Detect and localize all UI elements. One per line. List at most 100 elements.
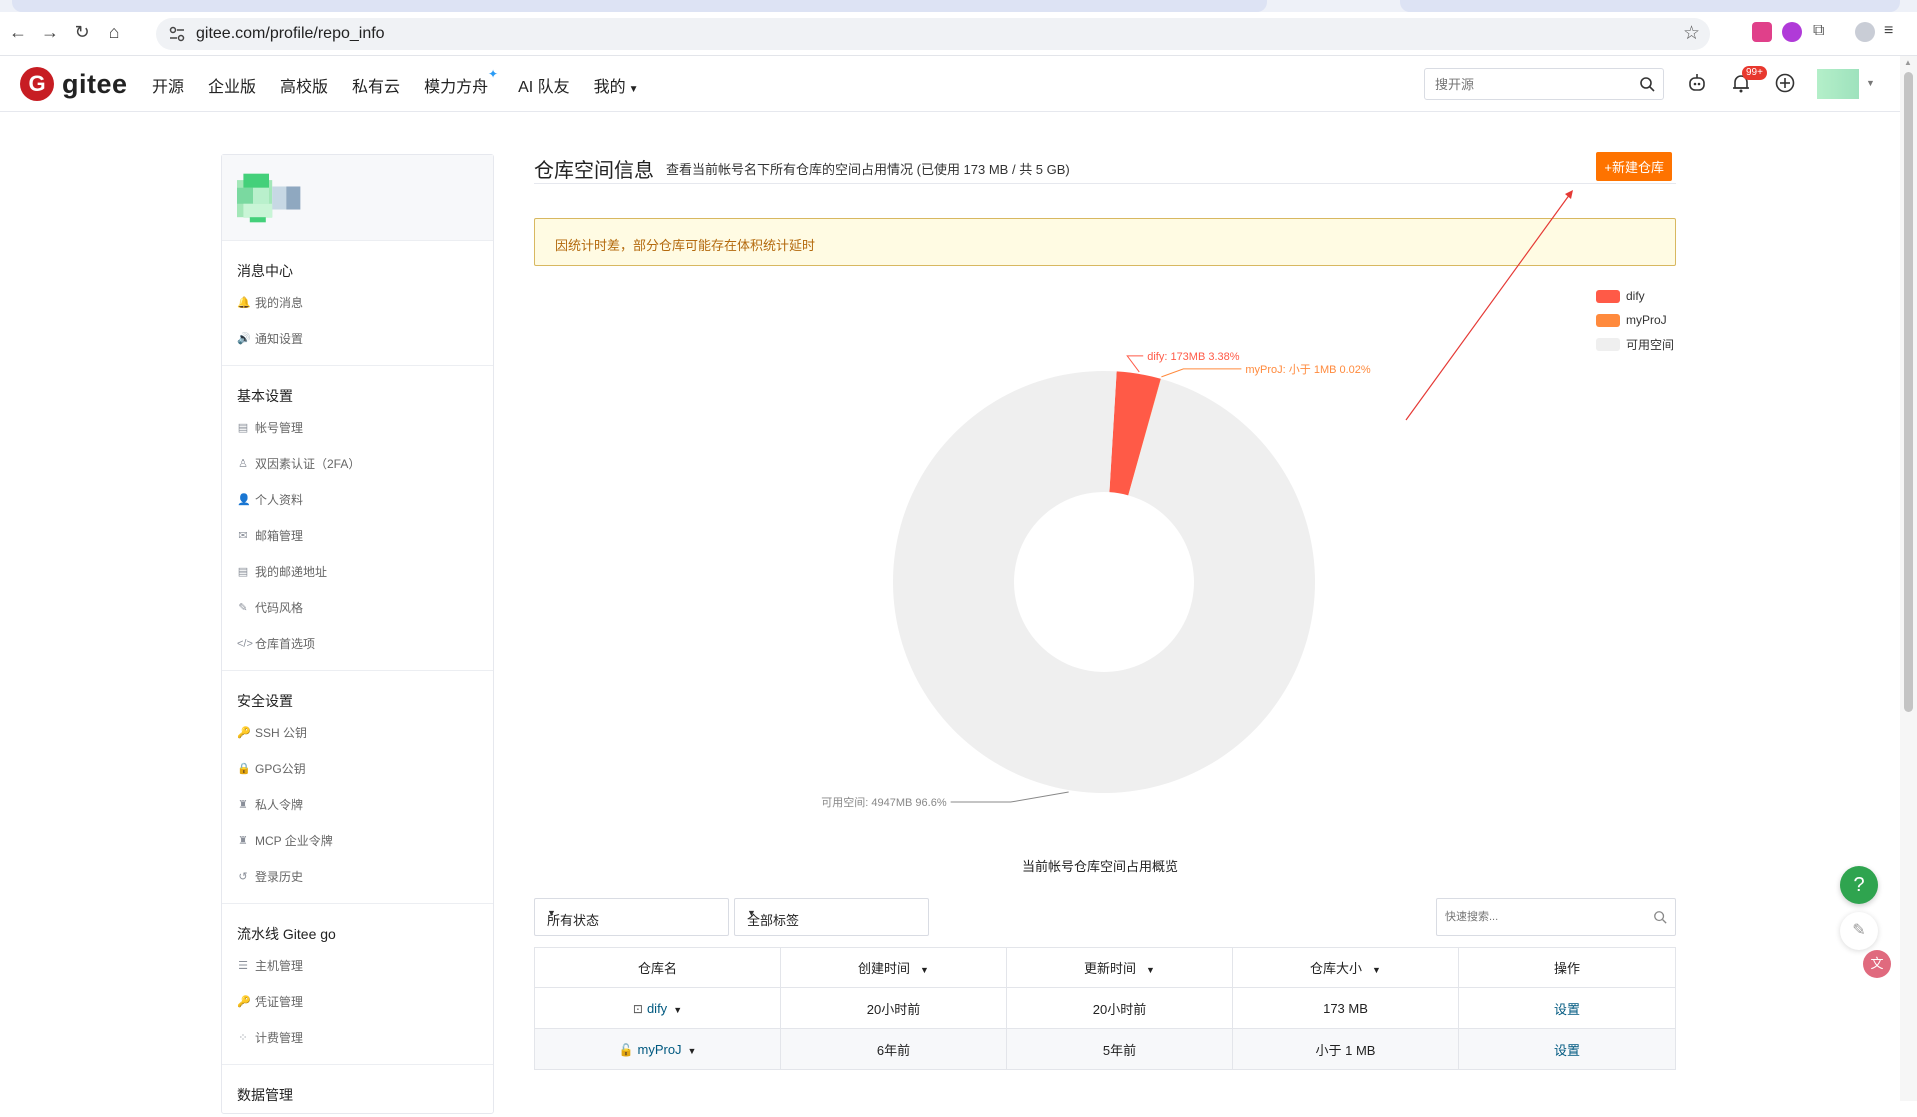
repo-link-dify[interactable]: dify [647, 1001, 667, 1016]
browser-menu-icon[interactable]: ≡ [1884, 22, 1904, 42]
browser-profile-icon[interactable] [1855, 22, 1875, 42]
search-icon[interactable] [1639, 76, 1655, 92]
settings-link[interactable]: 设置 [1554, 1002, 1580, 1017]
legend-swatch [1596, 313, 1620, 327]
gitee-logo-icon: G [20, 67, 54, 101]
sidebar-item[interactable]: 🔑 SSH 公钥 [237, 715, 493, 751]
browser-tab-strip [0, 0, 1917, 12]
scrollbar-thumb[interactable] [1904, 72, 1913, 712]
pie-slice-myProJ[interactable] [1128, 378, 1161, 496]
chart-legend: dify myProJ 可用空间 [1596, 284, 1674, 356]
main-content: 仓库空间信息 查看当前帐号名下所有仓库的空间占用情况 (已使用 173 MB /… [534, 152, 1676, 266]
sidebar-item-label: 帐号管理 [255, 421, 304, 435]
translate-float-icon[interactable]: 文 [1863, 950, 1891, 978]
plus-circle-icon[interactable] [1774, 72, 1796, 94]
extensions-puzzle-icon[interactable]: ⧉ [1813, 22, 1833, 42]
legend-item[interactable]: 可用空间 [1596, 332, 1674, 356]
nav-opensource[interactable]: 开源 [152, 73, 184, 97]
legend-item[interactable]: dify [1596, 284, 1674, 308]
sidebar-item[interactable]: 🔔 我的消息 [237, 285, 493, 321]
browser-tab-active[interactable] [12, 0, 1267, 12]
sort-caret-icon[interactable]: ▼ [1146, 965, 1155, 975]
pie-slice-可用空间[interactable] [893, 370, 1315, 794]
repo-table: 仓库名 创建时间 ▼ 更新时间 ▼ 仓库大小 ▼ 操作 ⊡ dify ▼ 20小时前 20… [534, 947, 1676, 1070]
sidebar-item-label: 主机管理 [255, 959, 304, 973]
sidebar-item[interactable]: </> 仓库首选项 [237, 626, 493, 662]
sidebar-item[interactable]: 🔒 GPG公钥 [237, 751, 493, 787]
quick-search [1436, 898, 1676, 936]
page-subtitle: 查看当前帐号名下所有仓库的空间占用情况 (已使用 173 MB / 共 5 GB… [666, 162, 1070, 177]
sidebar-item[interactable]: ✎ 代码风格 [237, 590, 493, 626]
billing-icon: ⁘ [238, 1032, 248, 1044]
col-updated[interactable]: 更新时间 ▼ [1006, 947, 1233, 988]
speaker-icon: 🔊 [237, 333, 251, 345]
sidebar-group: 安全设置 🔑 SSH 公钥 🔒 GPG公钥 ♜ 私人令牌 ♜ MCP 企业令牌 ↺ 登录历史 [222, 671, 493, 904]
nav-education[interactable]: 高校版 [280, 73, 328, 97]
bookmark-star-icon[interactable]: ☆ [1683, 22, 1700, 45]
sort-caret-icon[interactable]: ▼ [920, 965, 929, 975]
robot-icon[interactable] [1686, 72, 1708, 94]
sidebar-item[interactable]: ✉ 邮箱管理 [237, 518, 493, 554]
sidebar-item[interactable]: ⁘ 计费管理 [237, 1020, 493, 1056]
pie-slice-dify[interactable] [1109, 371, 1161, 496]
caret-down-icon[interactable]: ▼ [688, 1046, 697, 1056]
main-nav: 开源 企业版 高校版 私有云 模力方舟 ✦ AI 队友 我的 ▼ [152, 67, 663, 97]
sidebar-item[interactable]: ♜ 私人令牌 [237, 787, 493, 823]
legend-label: myProJ [1626, 313, 1667, 327]
sort-caret-icon[interactable]: ▼ [1372, 965, 1381, 975]
sidebar-item[interactable]: ↺ 登录历史 [237, 859, 493, 895]
browser-tab[interactable] [1400, 0, 1900, 12]
nav-private-cloud[interactable]: 私有云 [352, 73, 400, 97]
key-icon: 🔑 [237, 996, 251, 1008]
tag-filter-select[interactable]: 全部标签 ▼ [734, 898, 929, 936]
extension-translate-icon[interactable] [1752, 22, 1772, 42]
sidebar-item[interactable]: 🔊 通知设置 [237, 321, 493, 357]
caret-down-icon[interactable]: ▼ [1866, 78, 1875, 88]
col-label: 操作 [1553, 961, 1580, 976]
new-repo-button[interactable]: +新建仓库 [1596, 152, 1672, 181]
nav-ai-teammate[interactable]: AI 队友 [518, 73, 570, 97]
address-bar[interactable]: gitee.com/profile/repo_info ☆ [156, 18, 1710, 50]
repo-link-myproj[interactable]: myProJ [637, 1042, 681, 1057]
scroll-up-arrow-icon[interactable]: ▲ [1904, 58, 1912, 67]
col-size[interactable]: 仓库大小 ▼ [1232, 947, 1459, 988]
gitee-logo-text: gitee [62, 68, 128, 99]
nav-enterprise[interactable]: 企业版 [208, 73, 256, 97]
sidebar-item-label: 凭证管理 [255, 995, 304, 1009]
nav-moli[interactable]: 模力方舟 ✦ [424, 67, 498, 97]
url-text[interactable]: gitee.com/profile/repo_info [196, 25, 385, 43]
reload-icon[interactable]: ↻ [70, 20, 94, 44]
sidebar-item[interactable]: ♙ 双因素认证（2FA） [237, 446, 493, 482]
legend-item[interactable]: myProJ [1596, 308, 1674, 332]
gitee-logo[interactable]: G gitee [20, 65, 128, 103]
sidebar-item[interactable]: 🔑 凭证管理 [237, 984, 493, 1020]
repo-name-cell: 🔓 myProJ ▼ [534, 1028, 781, 1070]
sidebar-profile [222, 155, 493, 241]
nav-mine[interactable]: 我的 ▼ [594, 73, 639, 97]
sidebar-item[interactable]: ☰ 主机管理 [237, 948, 493, 984]
quick-search-input[interactable] [1437, 899, 1637, 935]
back-icon[interactable]: ← [6, 20, 30, 44]
feedback-edit-icon[interactable]: ✎ [1840, 912, 1878, 950]
site-info-icon[interactable] [168, 25, 186, 43]
user-avatar[interactable] [1817, 69, 1859, 99]
sidebar-item[interactable]: ♜ MCP 企业令牌 [237, 823, 493, 859]
col-created[interactable]: 创建时间 ▼ [780, 947, 1007, 988]
sidebar-item[interactable]: ▤ 帐号管理 [237, 410, 493, 446]
header-search-input[interactable] [1425, 69, 1625, 99]
page-scrollbar[interactable]: ▲ [1900, 56, 1917, 1101]
legend-swatch [1596, 289, 1620, 303]
sidebar-item[interactable]: 👤 个人资料 [237, 482, 493, 518]
settings-link[interactable]: 设置 [1554, 1043, 1580, 1058]
home-icon[interactable]: ⌂ [102, 20, 126, 44]
caret-down-icon[interactable]: ▼ [673, 1005, 682, 1015]
forward-icon[interactable]: → [38, 20, 62, 44]
status-filter-select[interactable]: 所有状态 ▼ [534, 898, 729, 936]
extension-globe-icon[interactable] [1782, 22, 1802, 42]
sidebar-item-label: 私人令牌 [255, 798, 304, 812]
sidebar-item[interactable]: ▤ 我的邮递地址 [237, 554, 493, 590]
search-icon[interactable] [1653, 910, 1667, 924]
pie-label-可用空间: 可用空间: 4947MB 96.6% [821, 795, 947, 809]
help-button[interactable]: ? [1840, 866, 1878, 904]
avatar[interactable] [237, 167, 301, 229]
